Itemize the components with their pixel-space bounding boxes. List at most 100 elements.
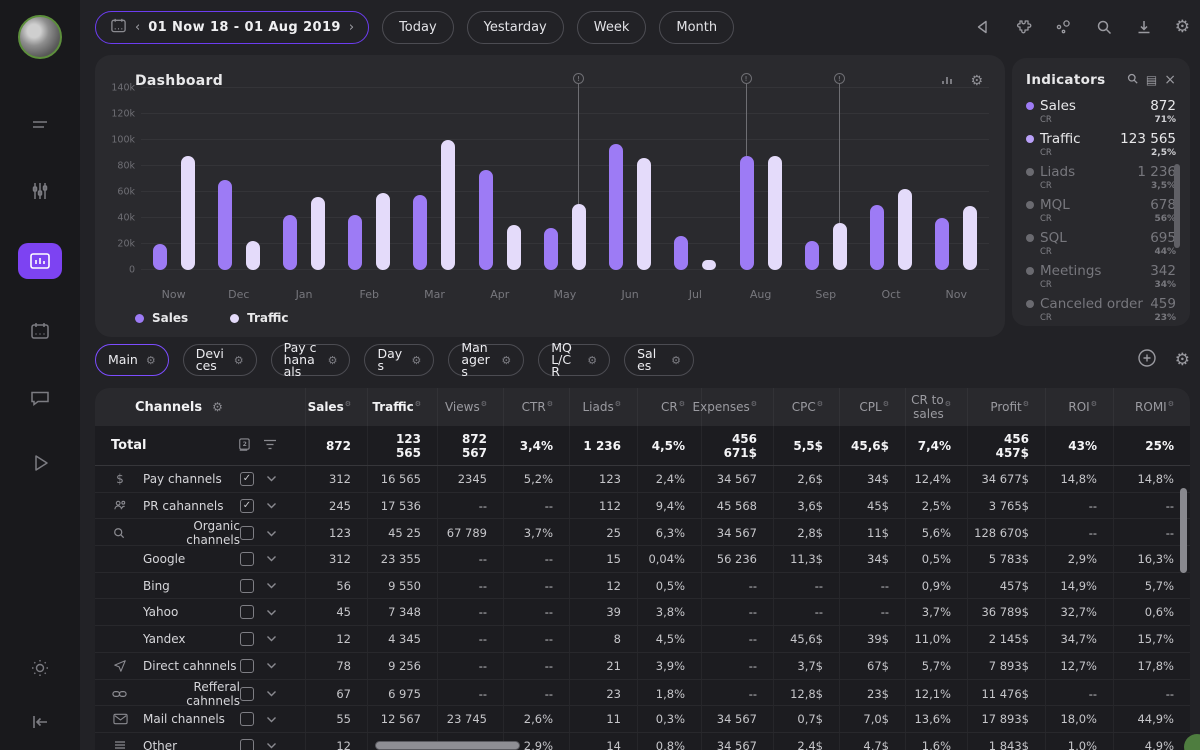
sales-bar[interactable] [935,218,949,270]
indicators-close-icon[interactable]: × [1164,72,1176,88]
row-checkbox[interactable] [240,526,254,540]
week-button[interactable]: Week [577,11,647,44]
indicators-table-icon[interactable]: ▤ [1146,73,1157,87]
row-expand-icon[interactable] [266,742,277,749]
row-checkbox[interactable] [240,579,254,593]
column-info-icon[interactable]: ⚙ [1168,400,1174,408]
copy-pages-icon[interactable]: 2 [236,437,251,455]
row-checkbox[interactable] [240,687,254,701]
column-info-icon[interactable]: ⚙ [1023,400,1029,408]
chips-settings-icon[interactable]: ⚙ [1175,350,1190,370]
traffic-bar[interactable] [898,189,912,270]
row-expand-icon[interactable] [266,555,277,562]
table-row-pr-cahannels[interactable]: PR cahannels✓24517 536----1129,4%45 5683… [95,493,1190,520]
annotation-line[interactable]: ! [746,84,747,156]
sales-bar[interactable] [870,205,884,270]
sales-bar[interactable] [283,215,297,270]
sales-bar[interactable] [153,244,167,270]
indicator-item[interactable]: SQL695CR44% [1026,230,1176,257]
table-vertical-scrollbar[interactable] [1180,488,1187,573]
row-expand-icon[interactable] [266,635,277,642]
chip-settings-icon[interactable]: ⚙ [328,354,338,367]
indicator-item[interactable]: Traffic123 565CR2,5% [1026,131,1176,158]
chip-settings-icon[interactable]: ⚙ [587,354,597,367]
legend-item[interactable]: Traffic [230,311,288,325]
filter-chip-devices[interactable]: Devices⚙ [183,344,257,376]
sales-bar[interactable] [805,241,819,270]
chip-settings-icon[interactable]: ⚙ [411,354,421,367]
indicator-item[interactable]: Canceled order459CR23% [1026,296,1176,323]
column-header-roi[interactable]: ROI⚙ [1045,388,1113,426]
row-expand-icon[interactable] [266,716,277,723]
sales-bar[interactable] [544,228,558,270]
sales-bar[interactable] [479,170,493,270]
date-next-icon[interactable]: › [349,20,354,35]
filter-chip-days[interactable]: Days⚙ [364,344,434,376]
row-expand-icon[interactable] [266,609,277,616]
share-nodes-icon[interactable] [1054,18,1073,37]
column-info-icon[interactable]: ⚙ [1091,400,1097,408]
plugins-puzzle-icon[interactable] [1013,18,1032,37]
month-button[interactable]: Month [659,11,734,44]
column-info-icon[interactable]: ⚙ [751,400,757,408]
column-info-icon[interactable]: ⚙ [481,400,487,408]
traffic-bar[interactable] [376,193,390,270]
play-nav-icon[interactable] [26,449,54,477]
chat-nav-icon[interactable] [26,383,54,411]
table-row-mail-channels[interactable]: Mail channels5512 56723 7452,6%110,3%34 … [95,706,1190,733]
traffic-bar[interactable] [246,241,260,270]
table-row-pay-channels[interactable]: $Pay channels✓31216 56523455,2%1232,4%34… [95,466,1190,493]
row-checkbox[interactable] [240,632,254,646]
user-avatar[interactable] [18,15,62,59]
filter-chip-mql-cr[interactable]: MQL/CR⚙ [538,344,610,376]
traffic-bar[interactable] [702,260,716,270]
column-info-icon[interactable]: ⚙ [415,400,421,408]
column-header-profit[interactable]: Profit⚙ [967,388,1045,426]
filters-sliders-icon[interactable] [26,177,54,205]
column-header-views[interactable]: Views⚙ [437,388,503,426]
column-header-expenses[interactable]: Expenses⚙ [701,388,773,426]
channels-settings-icon[interactable]: ⚙ [212,400,223,414]
indicator-item[interactable]: Sales872CR71% [1026,98,1176,125]
row-expand-icon[interactable] [266,582,277,589]
download-icon[interactable] [1135,18,1153,36]
date-range-picker[interactable]: ‹ 01 Now 18 - 01 Aug 2019 › [95,11,369,44]
column-header-cpc[interactable]: CPC⚙ [773,388,839,426]
table-row-yahoo[interactable]: Yahoo457 348----393,8%------3,7%36 789$3… [95,599,1190,626]
column-header-cpl[interactable]: CPL⚙ [839,388,905,426]
add-chip-icon[interactable] [1137,348,1157,372]
column-info-icon[interactable]: ⚙ [817,400,823,408]
legend-item[interactable]: Sales [135,311,188,325]
chip-settings-icon[interactable]: ⚙ [501,354,511,367]
date-prev-icon[interactable]: ‹ [135,20,140,35]
row-expand-icon[interactable] [266,662,277,669]
annotation-marker-icon[interactable]: ! [834,73,845,84]
filter-chip-managers[interactable]: Managers⚙ [448,344,524,376]
row-expand-icon[interactable] [266,502,277,509]
sales-bar[interactable] [674,236,688,270]
annotation-marker-icon[interactable]: ! [573,73,584,84]
collapse-sidebar-icon[interactable] [26,708,54,736]
row-expand-icon[interactable] [266,530,277,537]
column-info-icon[interactable]: ⚙ [547,400,553,408]
table-row-google[interactable]: Google31223 355----150,04%56 23611,3$34$… [95,546,1190,573]
column-info-icon[interactable]: ⚙ [679,400,685,408]
sales-bar[interactable] [740,156,754,270]
row-checkbox[interactable] [240,712,254,726]
annotation-marker-icon[interactable]: ! [741,73,752,84]
indicator-item[interactable]: Meetings342CR34% [1026,263,1176,290]
column-header-romi[interactable]: ROMI⚙ [1113,388,1190,426]
table-row-other[interactable]: Other124 7801 0482,9%140,8%34 5672,4$4,7… [95,733,1190,750]
filter-chip-pay-chanaals[interactable]: Pay chanaals⚙ [271,344,351,376]
traffic-bar[interactable] [768,156,782,270]
column-info-icon[interactable]: ⚙ [883,400,889,408]
menu-icon[interactable] [26,111,54,139]
indicators-scrollbar[interactable] [1174,164,1180,248]
traffic-bar[interactable] [637,158,651,270]
sales-bar[interactable] [413,195,427,270]
traffic-bar[interactable] [963,206,977,270]
table-row-organic-channels[interactable]: Organic channels12345 2567 7893,7%256,3%… [95,519,1190,546]
traffic-bar[interactable] [441,140,455,270]
sales-bar[interactable] [609,144,623,270]
traffic-bar[interactable] [833,223,847,270]
